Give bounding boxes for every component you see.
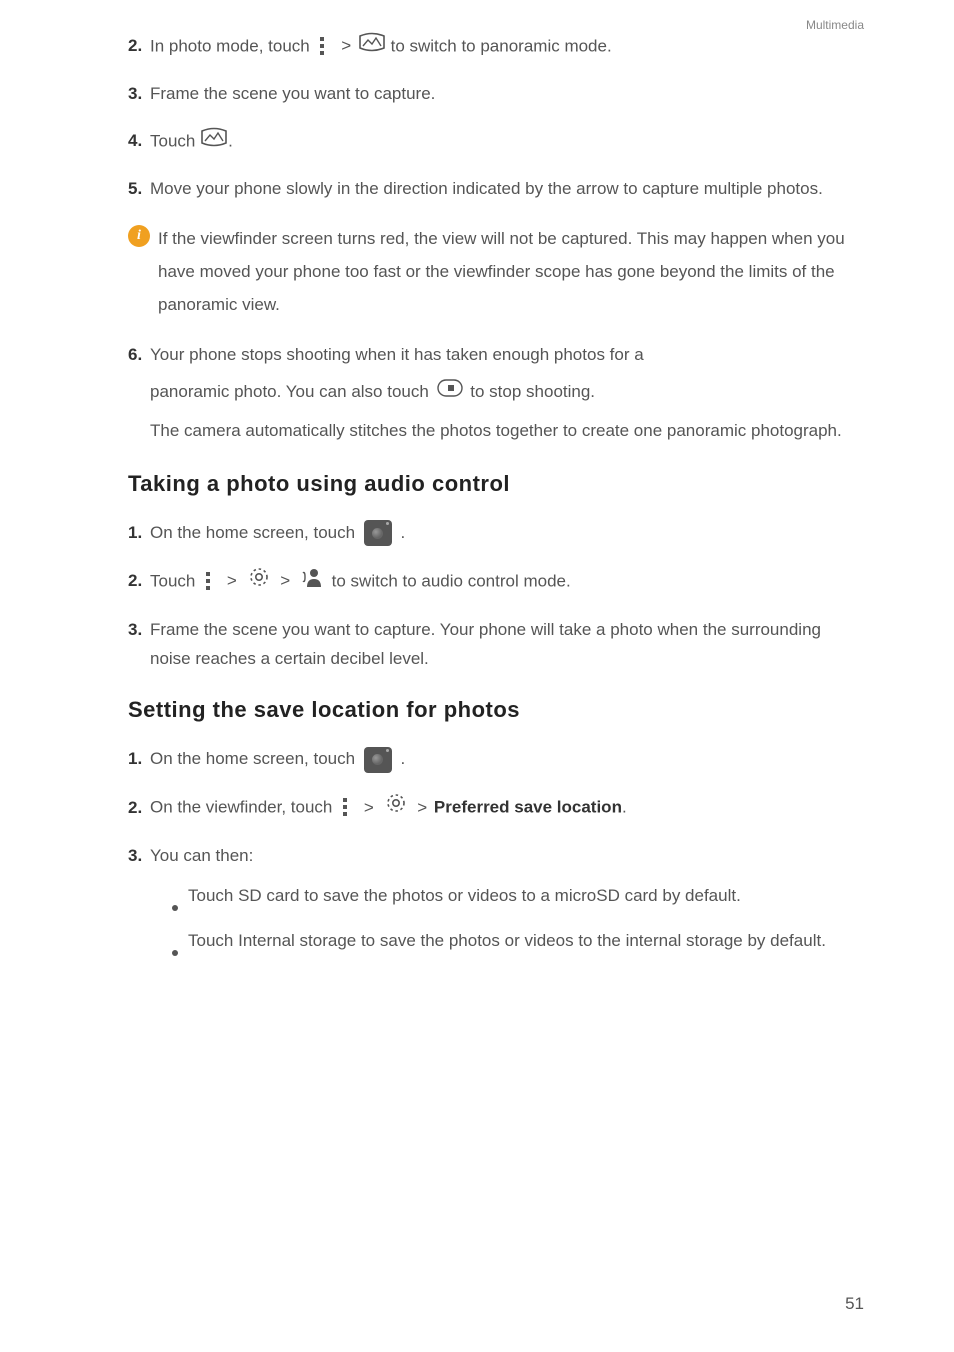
step-text: On the home screen, touch . bbox=[150, 519, 864, 548]
step-c3: 3. You can then: bbox=[128, 842, 864, 871]
step-text: Frame the scene you want to capture. You… bbox=[150, 616, 864, 674]
text-fragment: . bbox=[401, 749, 406, 768]
text-fragment: . bbox=[228, 131, 233, 150]
step-text: Touch > > to switch to audio control mod… bbox=[150, 566, 864, 598]
text-fragment: to stop shooting. bbox=[470, 382, 595, 401]
camera-app-icon bbox=[364, 747, 392, 773]
step-number: 2. bbox=[128, 32, 150, 61]
heading-audio-control: Taking a photo using audio control bbox=[128, 471, 864, 497]
step-b1: 1. On the home screen, touch . bbox=[128, 519, 864, 548]
step-number: 2. bbox=[128, 794, 150, 823]
step-number: 1. bbox=[128, 745, 150, 774]
step-number: 3. bbox=[128, 616, 150, 645]
page-number: 51 bbox=[845, 1294, 864, 1314]
chevron-separator: > bbox=[227, 571, 237, 590]
step-text: Move your phone slowly in the direction … bbox=[150, 175, 864, 204]
info-icon: i bbox=[128, 225, 150, 247]
step-6-continuation-2: The camera automatically stitches the ph… bbox=[150, 415, 864, 447]
chevron-separator: > bbox=[280, 571, 290, 590]
text-fragment: On the home screen, touch bbox=[150, 523, 360, 542]
step-number: 3. bbox=[128, 842, 150, 871]
camera-app-icon bbox=[364, 520, 392, 546]
info-callout: i If the viewfinder screen turns red, th… bbox=[128, 222, 864, 321]
step-c1: 1. On the home screen, touch . bbox=[128, 745, 864, 774]
text-fragment: panoramic photo. You can also touch bbox=[150, 382, 434, 401]
step-c2: 2. On the viewfinder, touch > > Preferre… bbox=[128, 792, 864, 824]
step-text: You can then: bbox=[150, 842, 864, 871]
step-number: 5. bbox=[128, 175, 150, 204]
step-2: 2. In photo mode, touch > to switch to p… bbox=[128, 32, 864, 62]
step-text: Your phone stops shooting when it has ta… bbox=[150, 341, 864, 370]
chevron-separator: > bbox=[417, 798, 427, 817]
overflow-menu-icon bbox=[320, 37, 324, 55]
text-fragment: Touch bbox=[188, 931, 238, 950]
text-fragment: to save the photos or videos to a microS… bbox=[300, 886, 741, 905]
step-number: 2. bbox=[128, 567, 150, 596]
step-number: 1. bbox=[128, 519, 150, 548]
text-fragment: . bbox=[401, 523, 406, 542]
text-fragment: Touch bbox=[188, 886, 238, 905]
step-text: On the home screen, touch . bbox=[150, 745, 864, 774]
step-6-continuation: panoramic photo. You can also touch to s… bbox=[150, 376, 864, 409]
text-fragment: Touch bbox=[150, 131, 200, 150]
heading-save-location: Setting the save location for photos bbox=[128, 697, 864, 723]
text-fragment: to switch to audio control mode. bbox=[332, 571, 571, 590]
gear-icon bbox=[248, 566, 270, 598]
panorama-icon bbox=[358, 32, 386, 62]
header-section-label: Multimedia bbox=[806, 18, 864, 32]
panorama-icon bbox=[200, 127, 228, 157]
step-text: Touch . bbox=[150, 127, 864, 157]
step-text: In photo mode, touch > to switch to pano… bbox=[150, 32, 864, 62]
step-text: On the viewfinder, touch > > Preferred s… bbox=[150, 792, 864, 824]
info-text: If the viewfinder screen turns red, the … bbox=[158, 222, 864, 321]
bullet-item: Touch Internal storage to save the photo… bbox=[172, 926, 864, 957]
step-6: 6. Your phone stops shooting when it has… bbox=[128, 341, 864, 370]
stop-recording-icon bbox=[437, 376, 463, 408]
text-fragment: to switch to panoramic mode. bbox=[391, 36, 612, 55]
text-fragment: On the home screen, touch bbox=[150, 749, 360, 768]
text-fragment: On the viewfinder, touch bbox=[150, 798, 337, 817]
bullet-dot-icon bbox=[172, 950, 178, 956]
step-3: 3. Frame the scene you want to capture. bbox=[128, 80, 864, 109]
step-number: 3. bbox=[128, 80, 150, 109]
step-number: 4. bbox=[128, 127, 150, 156]
step-b2: 2. Touch > > to switch to audio control … bbox=[128, 566, 864, 598]
bullet-dot-icon bbox=[172, 905, 178, 911]
text-fragment: to save the photos or videos to the inte… bbox=[356, 931, 826, 950]
audio-person-icon bbox=[301, 567, 323, 597]
bold-label: SD card bbox=[238, 886, 299, 905]
step-b3: 3. Frame the scene you want to capture. … bbox=[128, 616, 864, 674]
chevron-separator: > bbox=[341, 36, 351, 55]
bold-label: Preferred save location bbox=[434, 798, 622, 817]
bullet-text: Touch Internal storage to save the photo… bbox=[188, 926, 864, 957]
gear-icon bbox=[385, 792, 407, 824]
bullet-item: Touch SD card to save the photos or vide… bbox=[172, 881, 864, 912]
bold-label: Internal storage bbox=[238, 931, 356, 950]
overflow-menu-icon bbox=[343, 798, 347, 816]
step-text: Frame the scene you want to capture. bbox=[150, 80, 864, 109]
text-fragment: Touch bbox=[150, 571, 200, 590]
step-4: 4. Touch . bbox=[128, 127, 864, 157]
text-fragment: In photo mode, touch bbox=[150, 36, 314, 55]
bullet-text: Touch SD card to save the photos or vide… bbox=[188, 881, 864, 912]
chevron-separator: > bbox=[364, 798, 374, 817]
text-fragment: . bbox=[622, 798, 627, 817]
bullet-list: Touch SD card to save the photos or vide… bbox=[172, 881, 864, 956]
step-number: 6. bbox=[128, 341, 150, 370]
overflow-menu-icon bbox=[206, 572, 210, 590]
step-5: 5. Move your phone slowly in the directi… bbox=[128, 175, 864, 204]
page-content: 2. In photo mode, touch > to switch to p… bbox=[0, 0, 954, 1010]
